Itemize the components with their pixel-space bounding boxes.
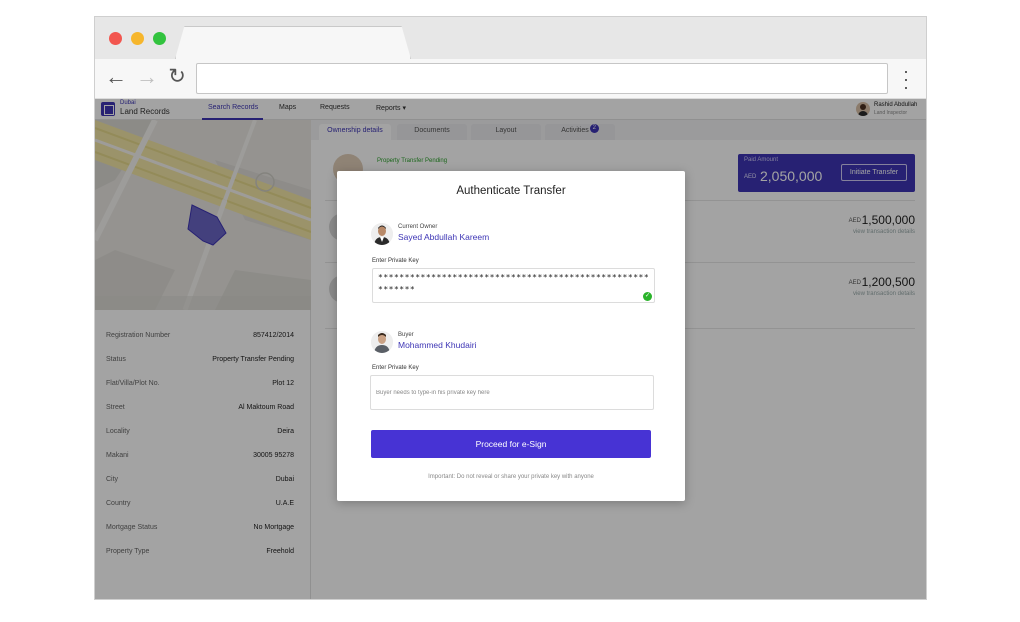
buyer-avatar-icon — [371, 331, 393, 353]
browser-tabbar — [95, 17, 926, 59]
owner-avatar-icon — [371, 223, 393, 245]
maximize-window-button[interactable] — [153, 32, 166, 45]
proceed-esign-button[interactable]: Proceed for e-Sign — [371, 430, 651, 458]
browser-tab[interactable] — [175, 26, 411, 59]
buyer-private-key-input[interactable] — [370, 375, 654, 410]
buyer-key-label: Enter Private Key — [372, 365, 419, 371]
owner-name: Sayed Abdullah Kareem — [398, 232, 490, 242]
security-note: Important: Do not reveal or share your p… — [428, 474, 594, 480]
browser-menu-icon[interactable]: · · · — [901, 62, 911, 96]
close-window-button[interactable] — [109, 32, 122, 45]
reload-icon[interactable]: ↻ — [166, 66, 188, 89]
owner-private-key-value: ****************************************… — [378, 273, 650, 294]
check-icon: ✓ — [643, 292, 652, 301]
address-bar[interactable] — [196, 63, 888, 94]
modal-title: Authenticate Transfer — [456, 185, 566, 197]
owner-key-label: Enter Private Key — [372, 258, 419, 264]
authenticate-transfer-modal: Authenticate Transfer Current Owner Saye… — [337, 171, 685, 501]
owner-role: Current Owner — [398, 224, 438, 230]
browser-toolbar: ← → ↻ · · · — [95, 59, 926, 99]
buyer-avatar — [371, 331, 393, 353]
back-arrow-icon[interactable]: ← — [105, 66, 127, 89]
forward-arrow-icon[interactable]: → — [136, 66, 158, 89]
buyer-role: Buyer — [398, 332, 414, 338]
owner-avatar — [371, 223, 393, 245]
buyer-name: Mohammed Khudairi — [398, 340, 477, 350]
owner-private-key-field[interactable]: ****************************************… — [372, 268, 655, 303]
minimize-window-button[interactable] — [131, 32, 144, 45]
